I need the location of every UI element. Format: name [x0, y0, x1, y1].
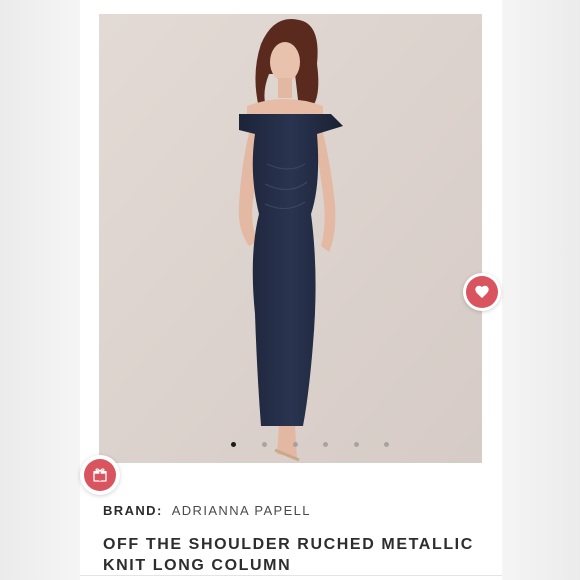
like-button[interactable]: [463, 273, 501, 311]
gallery-dot-1[interactable]: [231, 442, 236, 447]
heart-icon: [475, 285, 489, 298]
like-button-fill: [466, 276, 498, 308]
listing-title: OFF THE SHOULDER RUCHED METALLIC KNIT LO…: [103, 536, 474, 574]
model-illustration: [99, 14, 482, 463]
left-backdrop: [0, 0, 80, 580]
gallery-pagination: [99, 442, 482, 452]
gallery-dot-3[interactable]: [293, 442, 298, 447]
gift-button[interactable]: [80, 455, 120, 495]
gallery-dot-6[interactable]: [384, 442, 389, 447]
brand-value[interactable]: ADRIANNA PAPELL: [172, 503, 311, 518]
gift-icon: [93, 468, 107, 482]
gift-button-fill: [84, 459, 116, 491]
right-backdrop: [502, 0, 580, 580]
brand-row: BRAND: ADRIANNA PAPELL: [103, 503, 311, 518]
gallery-dot-5[interactable]: [354, 442, 359, 447]
divider: [80, 575, 502, 576]
gallery-dot-4[interactable]: [323, 442, 328, 447]
brand-label: BRAND:: [103, 503, 163, 518]
product-photo[interactable]: [99, 14, 482, 463]
gallery-dot-2[interactable]: [262, 442, 267, 447]
